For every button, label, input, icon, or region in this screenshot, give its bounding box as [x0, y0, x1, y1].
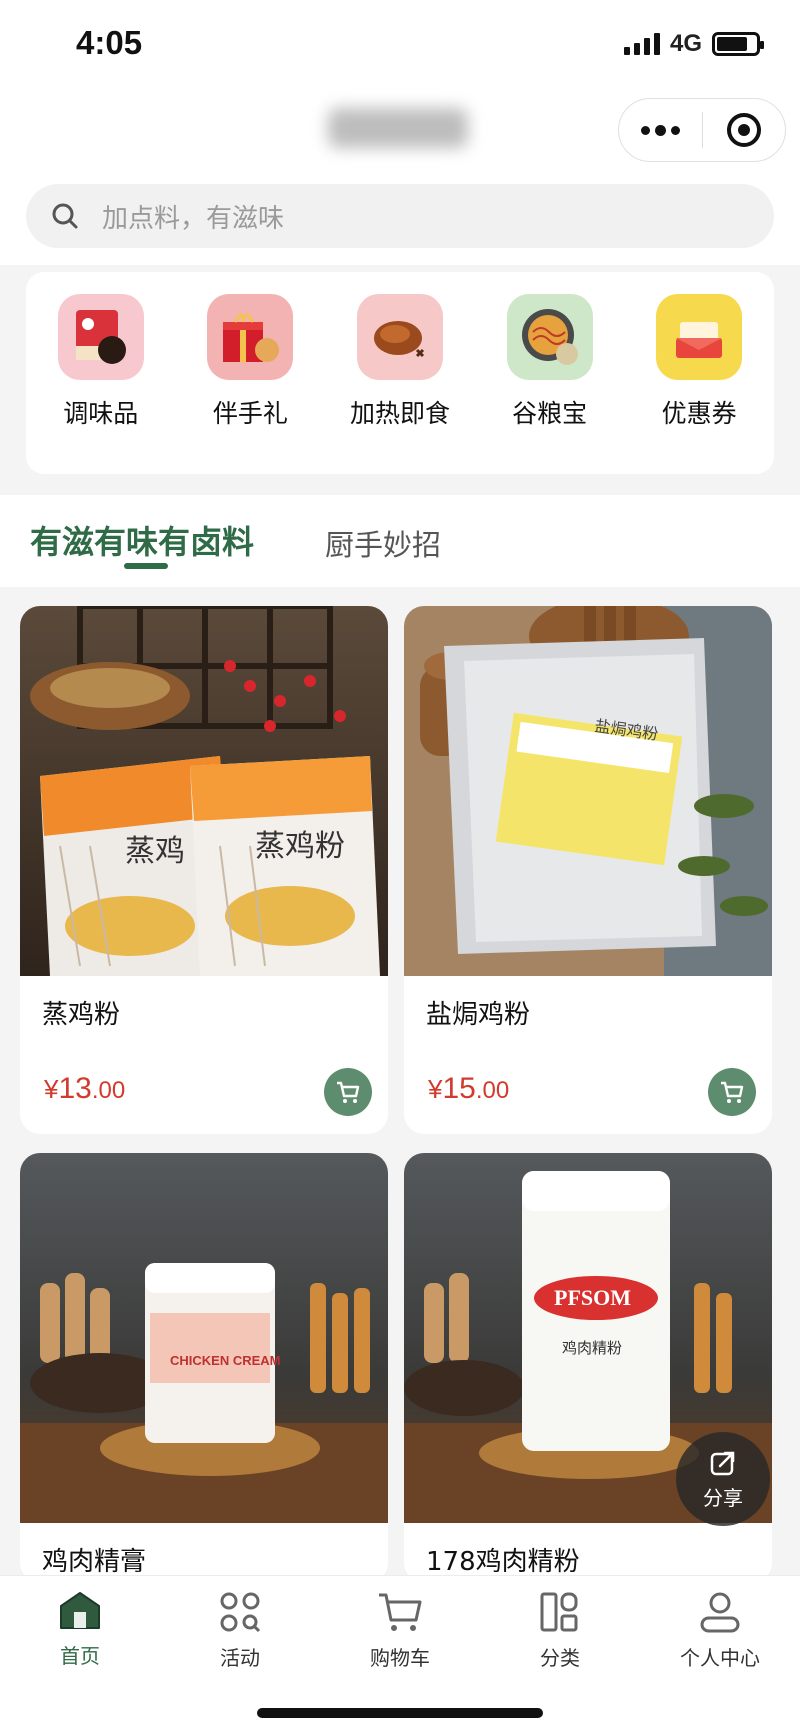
product-card[interactable]: 蒸鸡 蒸鸡粉 蒸鸡粉 ¥13.00: [20, 606, 388, 1134]
svg-text:PFSOM: PFSOM: [554, 1285, 631, 1310]
category-grain[interactable]: 谷粮宝: [485, 294, 615, 474]
search-area: 加点料，有滋味: [0, 180, 800, 265]
roast-chicken-icon: [356, 294, 443, 380]
tab-active-indicator: [124, 563, 168, 569]
category-label: 谷粮宝: [512, 399, 588, 428]
mini-program-capsule: [618, 98, 786, 162]
add-to-cart-button[interactable]: [324, 1068, 372, 1116]
tab-category[interactable]: 分类: [490, 1590, 630, 1671]
home-icon: [60, 1592, 100, 1629]
category-icon: [540, 1592, 578, 1632]
category-card: 调味品 伴手礼 加热即食 谷粮宝 优惠券: [26, 272, 774, 474]
category-gift[interactable]: 伴手礼: [185, 294, 315, 474]
tab-cart[interactable]: 购物车: [330, 1590, 470, 1671]
noodle-bowl-icon: [506, 294, 593, 380]
nav-bar: [0, 90, 800, 180]
category-label: 调味品: [63, 399, 139, 428]
cart-icon: [721, 1081, 744, 1103]
svg-text:蒸鸡: 蒸鸡: [125, 834, 185, 869]
tab-activity[interactable]: 活动: [170, 1590, 310, 1671]
category-seasoning[interactable]: 调味品: [36, 294, 166, 474]
tab-chef-tips[interactable]: 厨手妙招: [325, 522, 441, 564]
svg-text:CHICKEN CREAM: CHICKEN CREAM: [170, 1353, 281, 1368]
close-target-icon[interactable]: [703, 99, 785, 161]
search-placeholder: 加点料，有滋味: [102, 203, 285, 234]
category-label: 伴手礼: [212, 399, 288, 428]
product-price: ¥15.00: [428, 1072, 510, 1105]
category-label: 加热即食: [349, 399, 450, 428]
cart-icon: [379, 1593, 422, 1631]
product-name: 盐焗鸡粉: [426, 1000, 531, 1030]
category-label: 优惠券: [661, 399, 737, 428]
share-label: 分享: [703, 1485, 743, 1510]
blurred-page-title: [328, 108, 468, 148]
product-image: CHICKEN CREAM: [20, 1153, 388, 1523]
search-input[interactable]: 加点料，有滋味: [26, 184, 774, 248]
profile-icon: [700, 1592, 740, 1633]
category-ready-meal[interactable]: 加热即食: [335, 294, 465, 474]
svg-text:鸡肉精粉: 鸡肉精粉: [562, 1339, 622, 1357]
product-card[interactable]: 盐焗鸡粉 盐焗鸡粉 ¥15.00: [404, 606, 772, 1134]
gift-box-icon: [207, 294, 294, 380]
seasoning-box-icon: [57, 294, 144, 380]
status-bar: 4:05 4G: [0, 0, 800, 90]
signal-icon: [623, 33, 660, 55]
category-coupon[interactable]: 优惠券: [634, 294, 764, 474]
home-indicator: [257, 1708, 543, 1718]
svg-text:蒸鸡粉: 蒸鸡粉: [255, 829, 345, 864]
share-icon: [710, 1451, 735, 1475]
product-image: 盐焗鸡粉: [404, 606, 772, 976]
product-card[interactable]: CHICKEN CREAM 鸡肉精膏: [20, 1153, 388, 1583]
cart-icon: [337, 1081, 360, 1103]
more-menu-icon[interactable]: [619, 99, 702, 161]
product-name: 蒸鸡粉: [42, 1000, 121, 1030]
add-to-cart-button[interactable]: [708, 1068, 756, 1116]
coupon-icon: [656, 294, 743, 380]
tab-profile[interactable]: 个人中心: [650, 1590, 790, 1671]
tab-flavor[interactable]: 有滋有味有卤料: [30, 517, 254, 563]
status-time: 4:05: [76, 24, 143, 61]
share-button[interactable]: 分享: [676, 1432, 770, 1526]
product-image: 蒸鸡 蒸鸡粉: [20, 606, 388, 976]
tab-home[interactable]: 首页: [10, 1590, 150, 1669]
battery-icon: [712, 32, 764, 56]
content-tabs: 有滋有味有卤料 厨手妙招: [0, 495, 800, 587]
product-name: 鸡肉精膏: [42, 1547, 147, 1577]
activity-icon: [220, 1592, 261, 1633]
search-icon: [48, 199, 82, 233]
network-type: 4G: [669, 30, 702, 57]
status-indicators: 4G: [623, 30, 764, 58]
product-price: ¥13.00: [44, 1072, 126, 1105]
product-name: 178鸡肉精粉: [426, 1547, 580, 1577]
